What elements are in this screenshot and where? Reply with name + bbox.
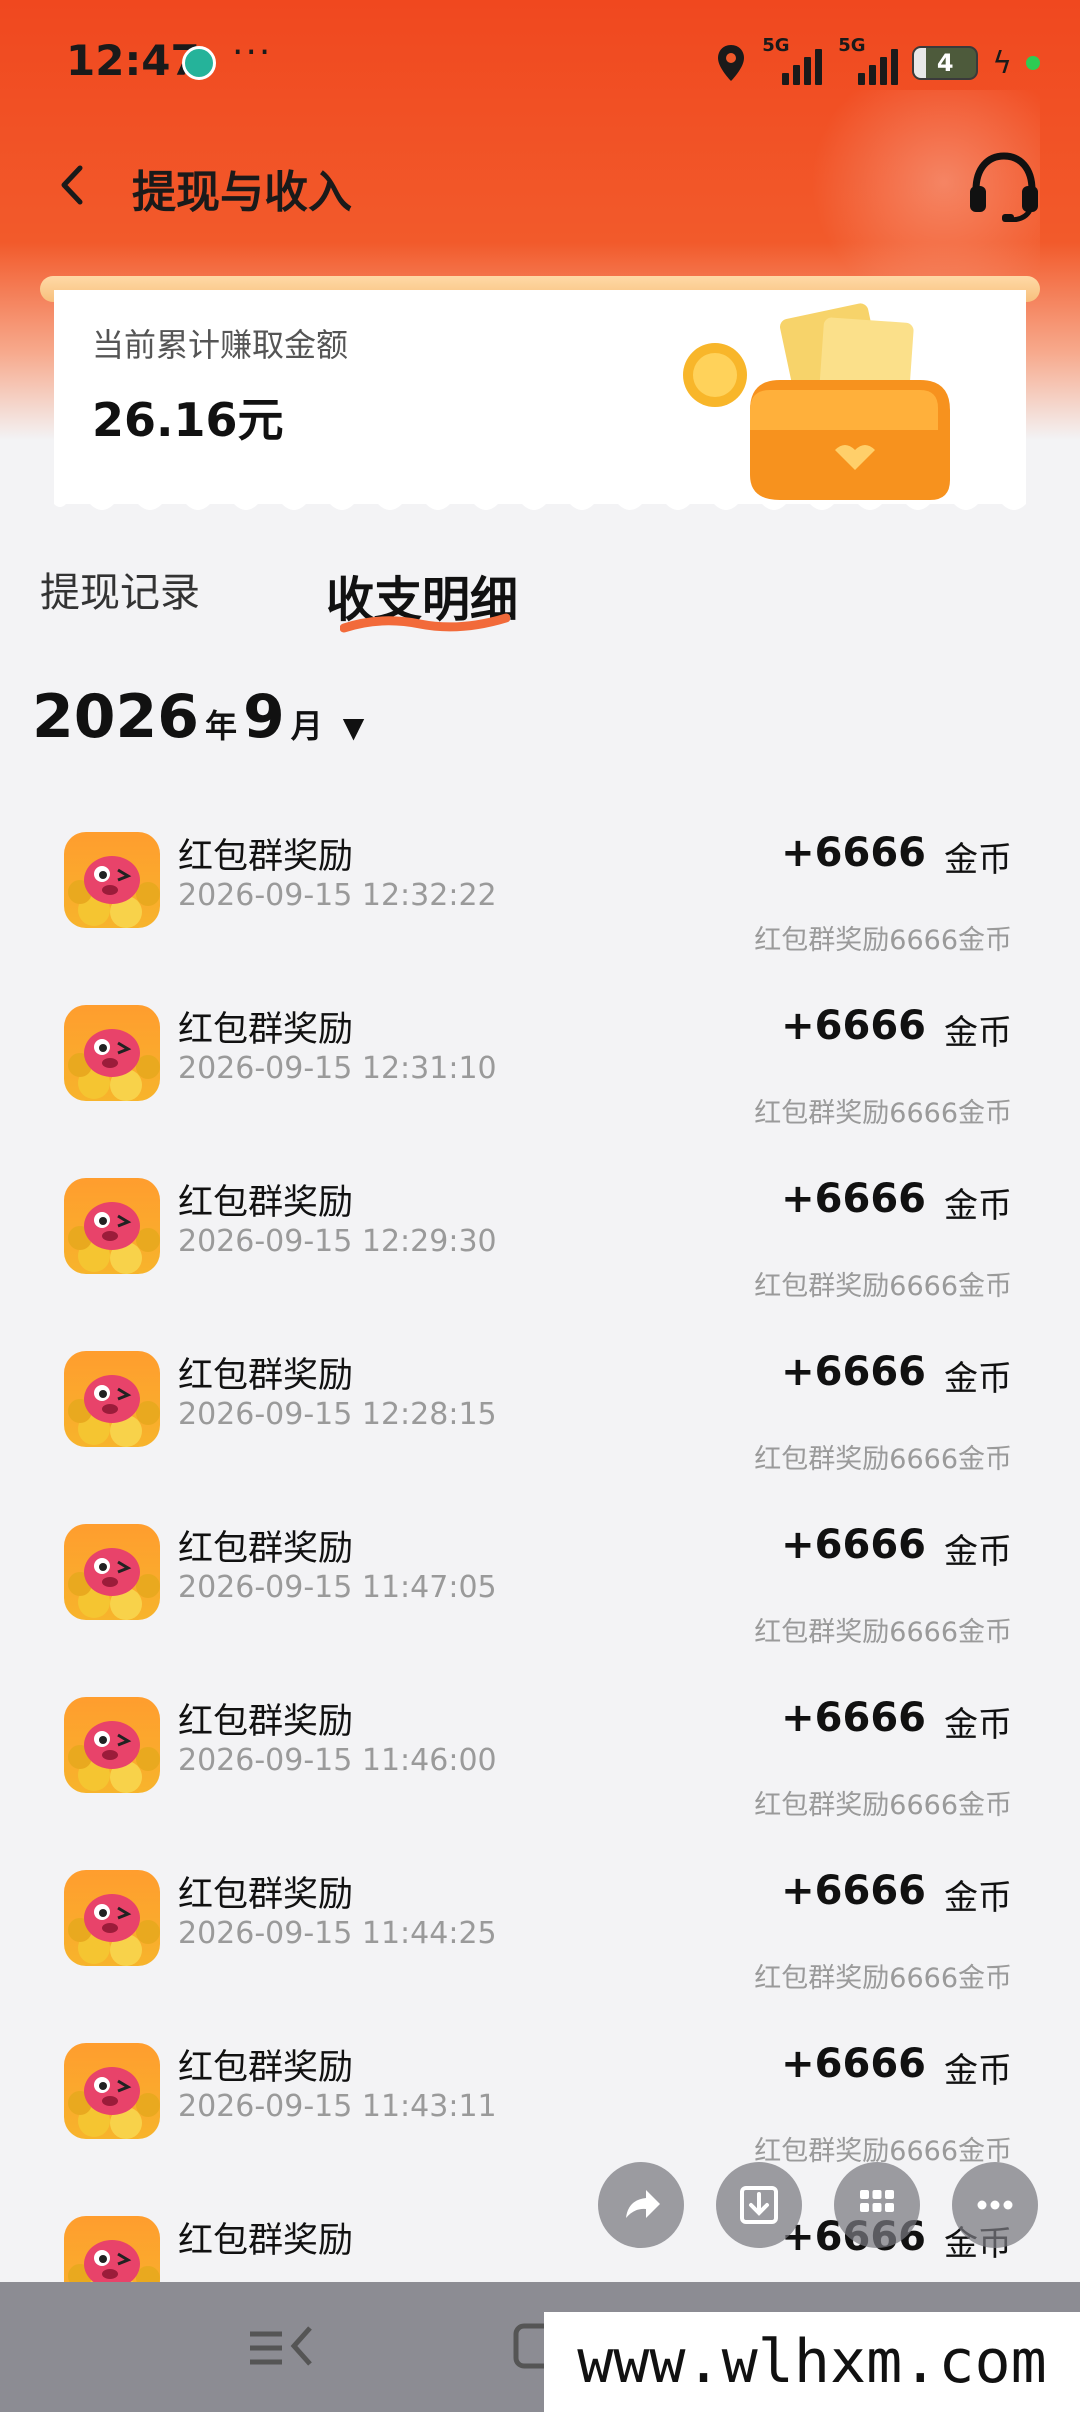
battery-icon: 4 xyxy=(912,46,979,80)
record-unit: 金币 xyxy=(944,1532,1012,1572)
record-title: 红包群奖励 xyxy=(178,2048,354,2088)
month-year: 2026 xyxy=(32,682,199,752)
more-icon xyxy=(977,2200,1013,2210)
list-item[interactable]: 红包群奖励 2026-09-15 12:31:10 +6666 金币红包群奖励6666… xyxy=(0,1003,1080,1178)
list-item[interactable]: 红包群奖励 2026-09-15 11:43:11 +6666 金币 红包群奖励6666… xyxy=(0,2041,1080,2216)
record-title: 红包群奖励 xyxy=(178,1356,354,1396)
record-amount: +6666 xyxy=(781,1695,926,1741)
menu-back-icon[interactable] xyxy=(244,2318,324,2378)
list-item[interactable]: 红包群奖励 2026-09-15 11:46:00 +6666 金币红包群奖励6666… xyxy=(0,1695,1080,1870)
record-note: 红包群奖励6666金币 xyxy=(754,1444,1012,1475)
record-amount: +6666 xyxy=(781,1176,926,1222)
app-notification-icon xyxy=(182,46,216,80)
record-amount: +6666 xyxy=(781,2041,926,2087)
apps-grid-icon xyxy=(860,2190,894,2212)
record-unit: 金币 xyxy=(944,1705,1012,1745)
record-unit: 金币 xyxy=(944,1013,1012,1053)
download-icon xyxy=(740,2186,778,2224)
record-title: 红包群奖励 xyxy=(178,1875,354,1915)
reward-app-icon xyxy=(64,1005,160,1101)
location-icon xyxy=(718,45,745,81)
apps-grid-button[interactable] xyxy=(834,2162,920,2248)
record-note: 红包群奖励6666金币 xyxy=(754,1098,1012,1129)
record-amount: +6666 xyxy=(781,1868,926,1914)
record-unit: 金币 xyxy=(944,1878,1012,1918)
status-more-icon: ··· xyxy=(232,32,273,73)
reward-app-icon xyxy=(64,832,160,928)
reward-app-icon xyxy=(64,1697,160,1793)
record-note: 红包群奖励6666金币 xyxy=(754,925,1012,956)
record-title: 红包群奖励 xyxy=(178,1183,354,1223)
month-month: 9 xyxy=(243,682,285,752)
active-tab-underline xyxy=(340,613,510,633)
record-title: 红包群奖励 xyxy=(178,1010,354,1050)
share-button[interactable] xyxy=(598,2162,684,2248)
tab-withdraw-records[interactable]: 提现记录 xyxy=(40,560,200,618)
caret-down-icon: ▼ xyxy=(342,711,365,744)
back-arrow-icon[interactable] xyxy=(52,160,92,210)
signal-icon-1: 5G xyxy=(760,35,823,85)
record-title: 红包群奖励 xyxy=(178,2221,354,2261)
reward-app-icon xyxy=(64,1870,160,1966)
record-time: 2026-09-15 12:29:30 xyxy=(178,1224,497,1259)
record-time: 2026-09-15 11:43:11 xyxy=(178,2089,497,2124)
wallet-illustration-icon xyxy=(683,303,950,500)
battery-level: 4 xyxy=(936,49,954,77)
record-time: 2026-09-15 12:31:10 xyxy=(178,1051,497,1086)
page-title: 提现与收入 xyxy=(132,167,352,218)
privacy-indicator-icon xyxy=(1026,56,1040,70)
reward-app-icon xyxy=(64,2043,160,2139)
more-button[interactable] xyxy=(952,2162,1038,2248)
list-item[interactable]: 红包群奖励 2026-09-15 12:29:30 +6666 金币红包群奖励6666… xyxy=(0,1176,1080,1351)
download-button[interactable] xyxy=(716,2162,802,2248)
list-item[interactable]: 红包群奖励 2026-09-15 11:44:25 +6666 金币红包群奖励6666… xyxy=(0,1868,1080,2043)
record-amount: +6666 xyxy=(781,1003,926,1049)
list-item[interactable]: 红包群奖励 2026-09-15 12:32:22 +6666 金币红包群奖励6666… xyxy=(0,830,1080,1005)
record-title: 红包群奖励 xyxy=(178,1529,354,1569)
record-unit: 金币 xyxy=(944,2051,1012,2091)
month-picker[interactable]: 2026 年 9 月 ▼ xyxy=(32,682,364,752)
record-note: 红包群奖励6666金币 xyxy=(754,1790,1012,1821)
record-unit: 金币 xyxy=(944,1359,1012,1399)
month-month-unit: 月 xyxy=(290,707,323,745)
status-bar: 12:47 ··· 5G 5G 4 ϟ xyxy=(0,0,1080,120)
record-amount: +6666 xyxy=(781,1349,926,1395)
network-type-1: 5G xyxy=(762,35,790,56)
reward-app-icon xyxy=(64,1524,160,1620)
reward-app-icon xyxy=(64,1351,160,1447)
record-amount: +6666 xyxy=(781,1522,926,1568)
record-note: 红包群奖励6666金币 xyxy=(754,1963,1012,1994)
share-icon xyxy=(626,2190,660,2218)
watermark-text: www.wlhxm.com xyxy=(544,2312,1080,2412)
status-right-group: 5G 5G 4 ϟ xyxy=(716,35,1040,88)
record-time: 2026-09-15 11:46:00 xyxy=(178,1743,497,1778)
record-time: 2026-09-15 12:28:15 xyxy=(178,1397,497,1432)
charging-icon: ϟ xyxy=(992,45,1012,81)
record-time: 2026-09-15 12:32:22 xyxy=(178,878,497,913)
record-time: 2026-09-15 11:47:05 xyxy=(178,1570,497,1605)
record-note: 红包群奖励6666金币 xyxy=(754,1271,1012,1302)
network-type-2: 5G xyxy=(838,35,866,56)
earnings-amount: 26.16元 xyxy=(92,393,284,447)
record-title: 红包群奖励 xyxy=(178,837,354,877)
record-note: 红包群奖励6666金币 xyxy=(754,1617,1012,1648)
reward-app-icon xyxy=(64,1178,160,1274)
record-time: 2026-09-15 11:44:25 xyxy=(178,1916,497,1951)
month-year-unit: 年 xyxy=(205,707,238,745)
record-unit: 金币 xyxy=(944,840,1012,880)
record-amount: +6666 xyxy=(781,830,926,876)
status-time: 12:47 xyxy=(66,36,200,85)
record-title: 红包群奖励 xyxy=(178,1702,354,1742)
record-unit: 金币 xyxy=(944,1186,1012,1226)
list-item[interactable]: 红包群奖励 2026-09-15 11:47:05 +6666 金币红包群奖励6666… xyxy=(0,1522,1080,1697)
customer-service-icon[interactable] xyxy=(966,150,1042,222)
list-item[interactable]: 红包群奖励 2026-09-15 12:28:15 +6666 金币红包群奖励6666… xyxy=(0,1349,1080,1524)
signal-icon-2: 5G xyxy=(836,35,899,85)
earnings-label: 当前累计赚取金额 xyxy=(92,326,349,364)
